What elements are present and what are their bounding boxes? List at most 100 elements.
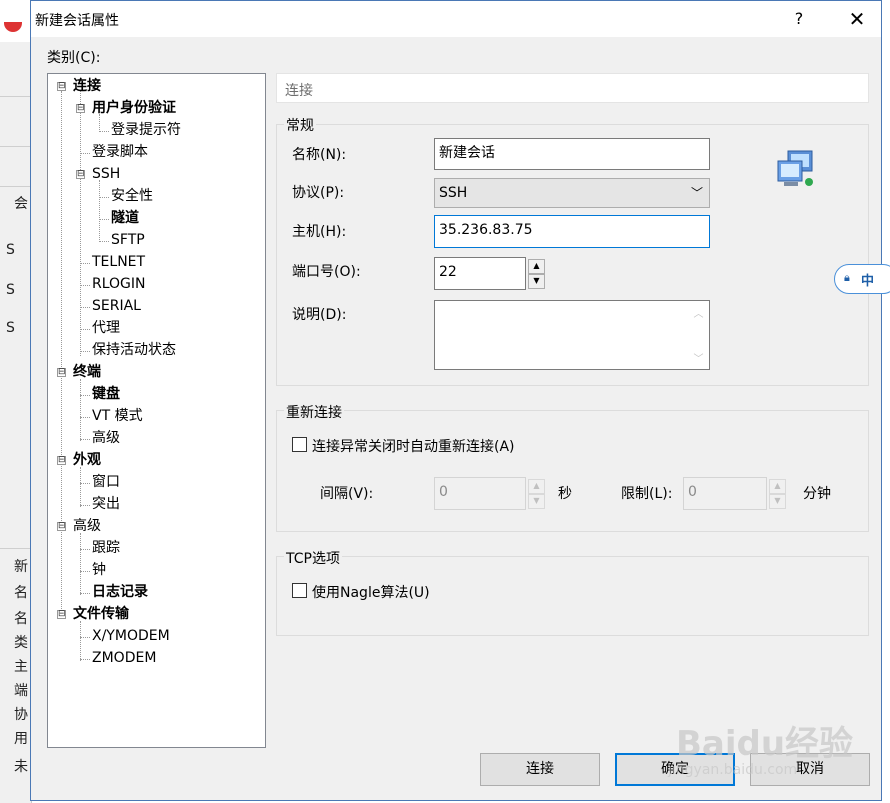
tree-line <box>80 263 90 264</box>
close-icon[interactable]: ✕ <box>841 7 873 31</box>
tree-line <box>80 153 90 154</box>
tree-line <box>80 379 81 441</box>
connect-button[interactable]: 连接 <box>480 753 600 786</box>
limit-down-icon[interactable]: ▼ <box>769 494 786 509</box>
tree-item-vt-mode[interactable]: VT 模式 <box>92 406 143 426</box>
tree-item-trace[interactable]: 跟踪 <box>92 538 120 558</box>
tree-item-serial[interactable]: SERIAL <box>92 296 141 316</box>
port-down-icon[interactable]: ▼ <box>528 274 545 289</box>
tree-line <box>80 549 90 550</box>
category-label: 类别(C): <box>47 50 101 66</box>
panel-header-title: 连接 <box>285 83 313 99</box>
app-logo-icon <box>4 22 22 32</box>
ime-mode-label: 中 <box>861 274 875 289</box>
protocol-select[interactable]: SSH ﹀ <box>434 178 710 208</box>
collapse-icon[interactable]: ⊟ <box>57 82 66 91</box>
tree-line <box>80 637 90 638</box>
tree-line <box>80 91 81 356</box>
tree-line <box>80 467 81 507</box>
tree-item-terminal-advanced[interactable]: 高级 <box>92 428 120 448</box>
tree-item-rlogin[interactable]: RLOGIN <box>92 274 146 294</box>
divider <box>0 548 32 549</box>
tree-line <box>99 219 109 220</box>
tree-line <box>80 621 81 661</box>
tree-item-file-transfer[interactable]: 文件传输 <box>73 604 129 624</box>
watermark-brand: Baidu经验 <box>676 724 854 764</box>
tree-item-auth[interactable]: 用户身份验证 <box>92 98 176 118</box>
tree-item-terminal[interactable]: 终端 <box>73 362 101 382</box>
tree-item-keyboard[interactable]: 键盘 <box>92 384 120 404</box>
collapse-icon[interactable]: ⊟ <box>57 456 66 465</box>
limit-field[interactable]: 0 <box>683 477 767 510</box>
tree-item-bell[interactable]: 钟 <box>92 560 106 580</box>
scroll-up-icon[interactable]: ︿ <box>690 305 707 320</box>
tree-item-xymodem[interactable]: X/YMODEM <box>92 626 170 646</box>
interval-down-icon[interactable]: ▼ <box>528 494 545 509</box>
nagle-checkbox[interactable] <box>292 583 307 598</box>
dialog-titlebar[interactable]: 新建会话属性 ? ✕ <box>31 1 881 37</box>
tree-item-security[interactable]: 安全性 <box>111 186 153 206</box>
dialog-title: 新建会话属性 <box>35 13 119 29</box>
tree-item-login-prompts[interactable]: 登录提示符 <box>111 120 181 140</box>
collapse-icon[interactable]: ⊟ <box>57 522 66 531</box>
ime-indicator[interactable]: 🔒︎ 中 <box>834 264 890 294</box>
chevron-down-icon: ﹀ <box>690 186 703 200</box>
port-field[interactable]: 22 <box>434 257 526 290</box>
divider <box>0 96 32 97</box>
tree-item-sftp[interactable]: SFTP <box>111 230 145 250</box>
tree-item-login-scripts[interactable]: 登录脚本 <box>92 142 148 162</box>
tree-item-advanced[interactable]: 高级 <box>73 516 101 536</box>
reconnect-group <box>276 410 869 532</box>
interval-field[interactable]: 0 <box>434 477 526 510</box>
tree-item-appearance[interactable]: 外观 <box>73 450 101 470</box>
panel-header: 连接 <box>276 73 869 103</box>
auto-reconnect-label[interactable]: 连接异常关闭时自动重新连接(A) <box>312 436 515 456</box>
host-field[interactable]: 35.236.83.75 <box>434 215 710 248</box>
tree-line <box>80 659 90 660</box>
tree-line <box>99 131 109 132</box>
desc-scrollbar[interactable]: ︿ ﹀ <box>690 303 707 367</box>
tree-item-telnet[interactable]: TELNET <box>92 252 145 272</box>
session-properties-dialog: 新建会话属性 ? ✕ 类别(C): ⊟ 连接 ⊟ 用户身份验证 登录提示符 登录… <box>30 0 882 801</box>
tree-line <box>80 571 90 572</box>
tree-item-connection[interactable]: 连接 <box>73 76 101 96</box>
tree-item-window[interactable]: 窗口 <box>92 472 120 492</box>
collapse-icon[interactable]: ⊟ <box>76 104 85 113</box>
scroll-down-icon[interactable]: ﹀ <box>690 350 707 365</box>
interval-up-icon[interactable]: ▲ <box>528 479 545 494</box>
tree-item-ssh[interactable]: SSH <box>92 164 120 184</box>
tree-line <box>80 329 90 330</box>
limit-label: 限制(L): <box>621 486 673 502</box>
tree-line <box>80 351 90 352</box>
name-field[interactable]: 新建会话 <box>434 138 710 170</box>
protocol-label: 协议(P): <box>292 185 345 201</box>
tree-line <box>80 505 90 506</box>
collapse-icon[interactable]: ⊟ <box>57 368 66 377</box>
tree-item-highlight[interactable]: 突出 <box>92 494 120 514</box>
general-group-label: 常规 <box>284 115 316 135</box>
desc-field[interactable] <box>434 300 710 370</box>
interval-label: 间隔(V): <box>320 486 374 502</box>
name-label: 名称(N): <box>292 147 347 163</box>
tree-item-proxy[interactable]: 代理 <box>92 318 120 338</box>
collapse-icon[interactable]: ⊟ <box>76 170 85 179</box>
auto-reconnect-checkbox[interactable] <box>292 437 307 452</box>
tree-item-tunnel[interactable]: 隧道 <box>111 208 139 228</box>
tree-item-logging[interactable]: 日志记录 <box>92 582 148 602</box>
help-icon[interactable]: ? <box>787 9 811 29</box>
limit-unit: 分钟 <box>803 486 831 502</box>
tree-line <box>80 483 90 484</box>
nagle-label[interactable]: 使用Nagle算法(U) <box>312 582 430 602</box>
limit-up-icon[interactable]: ▲ <box>769 479 786 494</box>
tree-line <box>80 285 90 286</box>
collapse-icon[interactable]: ⊟ <box>57 610 66 619</box>
tree-line <box>99 180 100 242</box>
port-up-icon[interactable]: ▲ <box>528 259 545 274</box>
category-tree[interactable]: ⊟ 连接 ⊟ 用户身份验证 登录提示符 登录脚本 ⊟ SSH 安全性 隧道 SF… <box>47 73 266 748</box>
lock-icon: 🔒︎ <box>844 271 850 284</box>
tree-item-keepalive[interactable]: 保持活动状态 <box>92 340 176 360</box>
protocol-value: SSH <box>439 185 468 201</box>
tree-item-zmodem[interactable]: ZMODEM <box>92 648 156 668</box>
background-window: 会 S S S 新 名 名 类 主 端 协 用 未 <box>0 0 32 803</box>
tree-line <box>80 417 90 418</box>
